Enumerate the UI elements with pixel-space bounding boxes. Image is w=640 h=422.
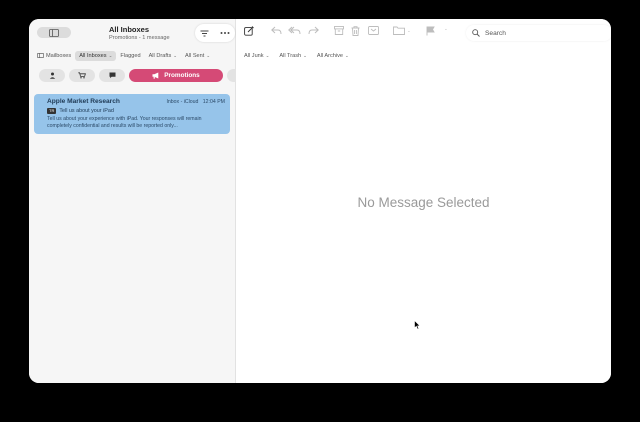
archive-icon [334,26,344,35]
mailbox-title: All Inboxes [109,25,150,34]
message-mailbox: Inbox - iCloud [166,99,199,105]
filter-flagged[interactable]: Flagged [116,51,144,61]
chevron-down-icon: ⌄ [407,27,411,33]
filter-mailboxes[interactable]: Mailboxes [33,51,75,61]
filter-label: All Archive [316,52,344,59]
chevron-down-icon: ⌄ [303,52,307,58]
message-meta: Inbox - iCloud 12:04 PM [166,99,225,105]
message-tag: TR [47,108,57,114]
category-updates-button[interactable] [99,69,125,82]
message-preview: Tell us about your experience with iPad.… [47,116,202,129]
chat-bubble-icon [109,72,115,79]
reply-button[interactable] [271,26,282,35]
more-icon[interactable] [220,31,230,35]
compose-button[interactable] [244,26,254,36]
compose-icon [244,26,254,36]
filter-label: All Drafts [148,52,172,59]
chevron-down-icon: ⌄ [345,52,349,58]
filter-label: Flagged [120,52,141,59]
message-viewer-pane: ⌄ ⌄ Search All Junk ⌄ All Trash ⌄ All Ar… [236,19,611,383]
sidebar-toggle-button[interactable] [37,27,71,38]
promotions-label: Promotions [164,72,200,79]
chevron-down-icon: ⌄ [444,26,448,31]
cart-icon [78,72,86,79]
flag-icon [426,26,435,36]
flag-button[interactable] [426,26,435,36]
mailbox-subtitle: Promotions - 1 message [109,35,170,41]
reply-icon [271,26,282,35]
flag-menu-button[interactable]: ⌄ [444,26,448,32]
move-to-folder-button[interactable]: ⌄ [393,26,411,35]
mailboxes-icon [37,53,44,58]
junk-button[interactable] [368,26,379,35]
filter-label: Mailboxes [46,52,72,59]
mailbox-filter-bar: Mailboxes All Inboxes ⌄ Flagged All Draf… [33,50,214,61]
filter-label: All Inboxes [79,52,107,59]
filter-all-trash[interactable]: All Trash ⌄ [275,51,311,61]
message-list-pane: All Inboxes Promotions - 1 message Mailb… [29,19,239,383]
person-icon [49,72,55,79]
message-subject: Tell us about your iPad [59,108,114,114]
forward-button[interactable] [308,26,319,35]
reply-all-icon [288,26,301,35]
category-promotions-button[interactable]: Promotions [129,69,223,82]
mailbox-header: All Inboxes Promotions - 1 message [109,25,170,41]
message-row[interactable]: Apple Market Research Inbox - iCloud 12:… [34,94,230,134]
junk-icon [368,26,379,35]
search-field[interactable]: Search [466,25,611,41]
category-tabs: Promotions [39,69,239,82]
filter-all-inboxes[interactable]: All Inboxes ⌄ [75,50,117,61]
message-time: 12:04 PM [202,99,225,105]
trash-icon [351,26,360,36]
archive-button[interactable] [334,26,344,35]
no-message-selected: No Message Selected [357,195,490,210]
category-transactions-button[interactable] [69,69,95,82]
category-primary-button[interactable] [39,69,65,82]
move-folder-icon [393,26,405,35]
toolbar: ⌄ ⌄ Search [236,19,611,45]
cursor-icon [414,320,421,330]
chevron-down-icon: ⌄ [173,52,178,58]
filter-label: All Trash [279,52,302,59]
forward-icon [308,26,319,35]
list-actions [195,24,235,42]
main-filter-bar: All Junk ⌄ All Trash ⌄ All Archive ⌄ [240,50,353,61]
filter-icon[interactable] [200,30,209,37]
chevron-down-icon: ⌄ [108,52,113,58]
megaphone-icon [152,72,159,79]
sidebar-toggle-icon [49,28,59,37]
filter-all-junk[interactable]: All Junk ⌄ [240,51,273,61]
filter-all-archive[interactable]: All Archive ⌄ [313,51,353,61]
filter-all-sent[interactable]: All Sent ⌄ [181,51,214,61]
filter-label: All Junk [244,52,264,59]
filter-label: All Sent [185,52,205,59]
message-subject-row: TR Tell us about your iPad [47,108,114,114]
trash-button[interactable] [351,26,360,36]
search-placeholder: Search [485,29,506,37]
search-icon [472,29,480,37]
message-sender: Apple Market Research [47,98,120,105]
reply-all-button[interactable] [288,26,301,35]
mail-window: All Inboxes Promotions - 1 message Mailb… [29,19,611,383]
filter-all-drafts[interactable]: All Drafts ⌄ [145,51,181,61]
chevron-down-icon: ⌄ [265,52,270,58]
chevron-down-icon: ⌄ [206,52,211,58]
